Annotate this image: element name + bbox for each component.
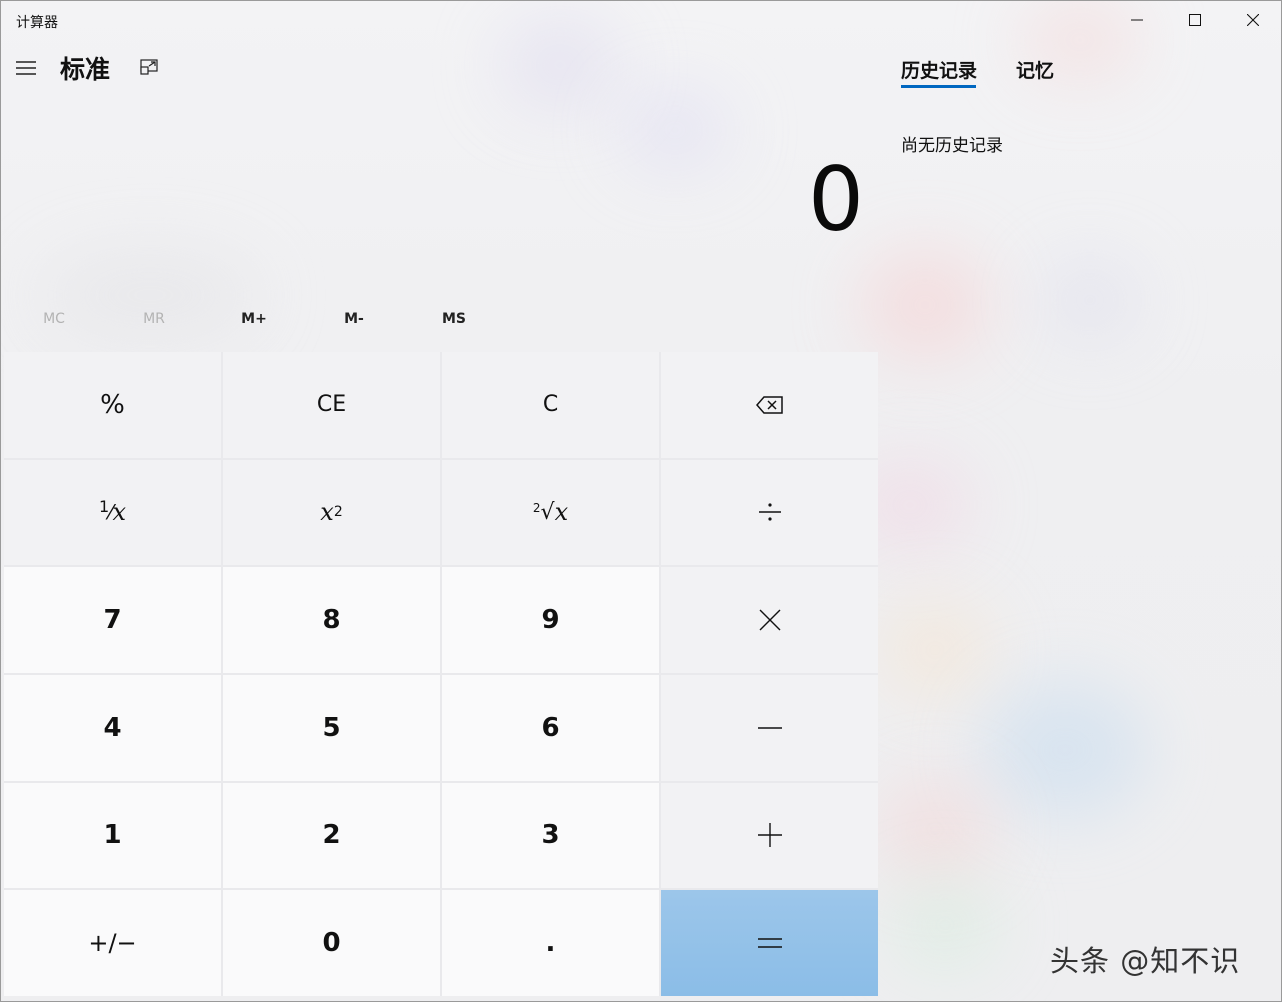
close-button[interactable] [1224, 0, 1282, 40]
clear-label: C [542, 392, 559, 418]
clear-button[interactable]: C [442, 352, 659, 458]
app-title: 计算器 [16, 15, 58, 31]
reciprocal-label: x [112, 498, 127, 527]
digit-label: 7 [103, 605, 122, 636]
backspace-icon [755, 396, 783, 414]
negate-label: +/− [88, 929, 137, 958]
memory-add-button[interactable]: M+ [204, 306, 304, 332]
minimize-icon [1131, 19, 1143, 21]
reciprocal-numerator: 1 [98, 496, 110, 516]
tab-history[interactable]: 历史记录 [901, 56, 977, 83]
watermark: 头条 @知不识 [1050, 944, 1241, 978]
backspace-button[interactable] [661, 352, 878, 458]
minimize-button[interactable] [1108, 0, 1166, 40]
equals-button[interactable] [661, 890, 878, 996]
percent-button[interactable]: % [4, 352, 221, 458]
add-button[interactable] [661, 782, 878, 889]
title-bar[interactable]: 计算器 [0, 0, 1282, 40]
digit-1-button[interactable]: 1 [4, 782, 221, 889]
decimal-button[interactable]: . [442, 890, 659, 996]
maximize-button[interactable] [1166, 0, 1224, 40]
digit-8-button[interactable]: 8 [223, 567, 440, 673]
reciprocal-button[interactable]: 1 ⁄ x [4, 459, 221, 566]
keypad: % CE C 1 ⁄ x x2 2 √ x 7 8 9 4 5 6 1 2 3 … [4, 352, 878, 996]
multiply-icon [759, 609, 780, 631]
digit-5-button[interactable]: 5 [223, 674, 440, 781]
square-label: x [320, 498, 334, 527]
memory-recall-button[interactable]: MR [104, 306, 204, 332]
subtract-button[interactable] [661, 674, 878, 781]
equals-icon [757, 938, 782, 948]
maximize-icon [1189, 14, 1201, 26]
divide-button[interactable] [661, 459, 878, 566]
square-root-button[interactable]: 2 √ x [442, 459, 659, 566]
empty-history-message: 尚无历史记录 [901, 136, 1003, 156]
digit-label: 0 [322, 928, 341, 959]
digit-label: 3 [541, 820, 560, 851]
digit-label: 4 [103, 712, 122, 743]
plus-icon [757, 823, 782, 848]
digit-3-button[interactable]: 3 [442, 782, 659, 889]
divide-icon [758, 503, 781, 522]
digit-2-button[interactable]: 2 [223, 782, 440, 889]
digit-9-button[interactable]: 9 [442, 567, 659, 673]
digit-6-button[interactable]: 6 [442, 674, 659, 781]
percent-label: % [100, 389, 125, 420]
digit-label: 1 [103, 820, 122, 851]
root-index: 2 [532, 501, 541, 516]
clear-entry-button[interactable]: CE [223, 352, 440, 458]
clear-entry-label: CE [316, 392, 347, 418]
keep-on-top-icon [140, 59, 158, 75]
digit-label: 2 [322, 820, 341, 851]
close-icon [1247, 14, 1259, 26]
digit-label: 9 [541, 605, 560, 636]
hamburger-icon [16, 61, 36, 75]
mode-title: 标准 [60, 55, 111, 84]
tab-memory[interactable]: 记忆 [1016, 56, 1054, 83]
memory-store-button[interactable]: MS [404, 306, 504, 332]
keep-on-top-button[interactable] [134, 52, 164, 82]
result-display: 0 [808, 148, 864, 251]
decimal-label: . [545, 928, 556, 959]
memory-subtract-button[interactable]: M- [304, 306, 404, 332]
root-variable: x [554, 498, 569, 527]
active-tab-indicator [901, 85, 976, 88]
multiply-button[interactable] [661, 567, 878, 673]
negate-button[interactable]: +/− [4, 890, 221, 996]
navigation-menu-button[interactable] [10, 52, 42, 84]
memory-clear-button[interactable]: MC [4, 306, 104, 332]
square-exponent: 2 [333, 504, 343, 521]
digit-label: 6 [541, 712, 560, 743]
digit-4-button[interactable]: 4 [4, 674, 221, 781]
minus-icon [757, 727, 782, 729]
square-button[interactable]: x2 [223, 459, 440, 566]
root-sign: √ [540, 499, 555, 525]
digit-0-button[interactable]: 0 [223, 890, 440, 996]
digit-label: 8 [322, 605, 341, 636]
digit-7-button[interactable]: 7 [4, 567, 221, 673]
digit-label: 5 [322, 712, 341, 743]
